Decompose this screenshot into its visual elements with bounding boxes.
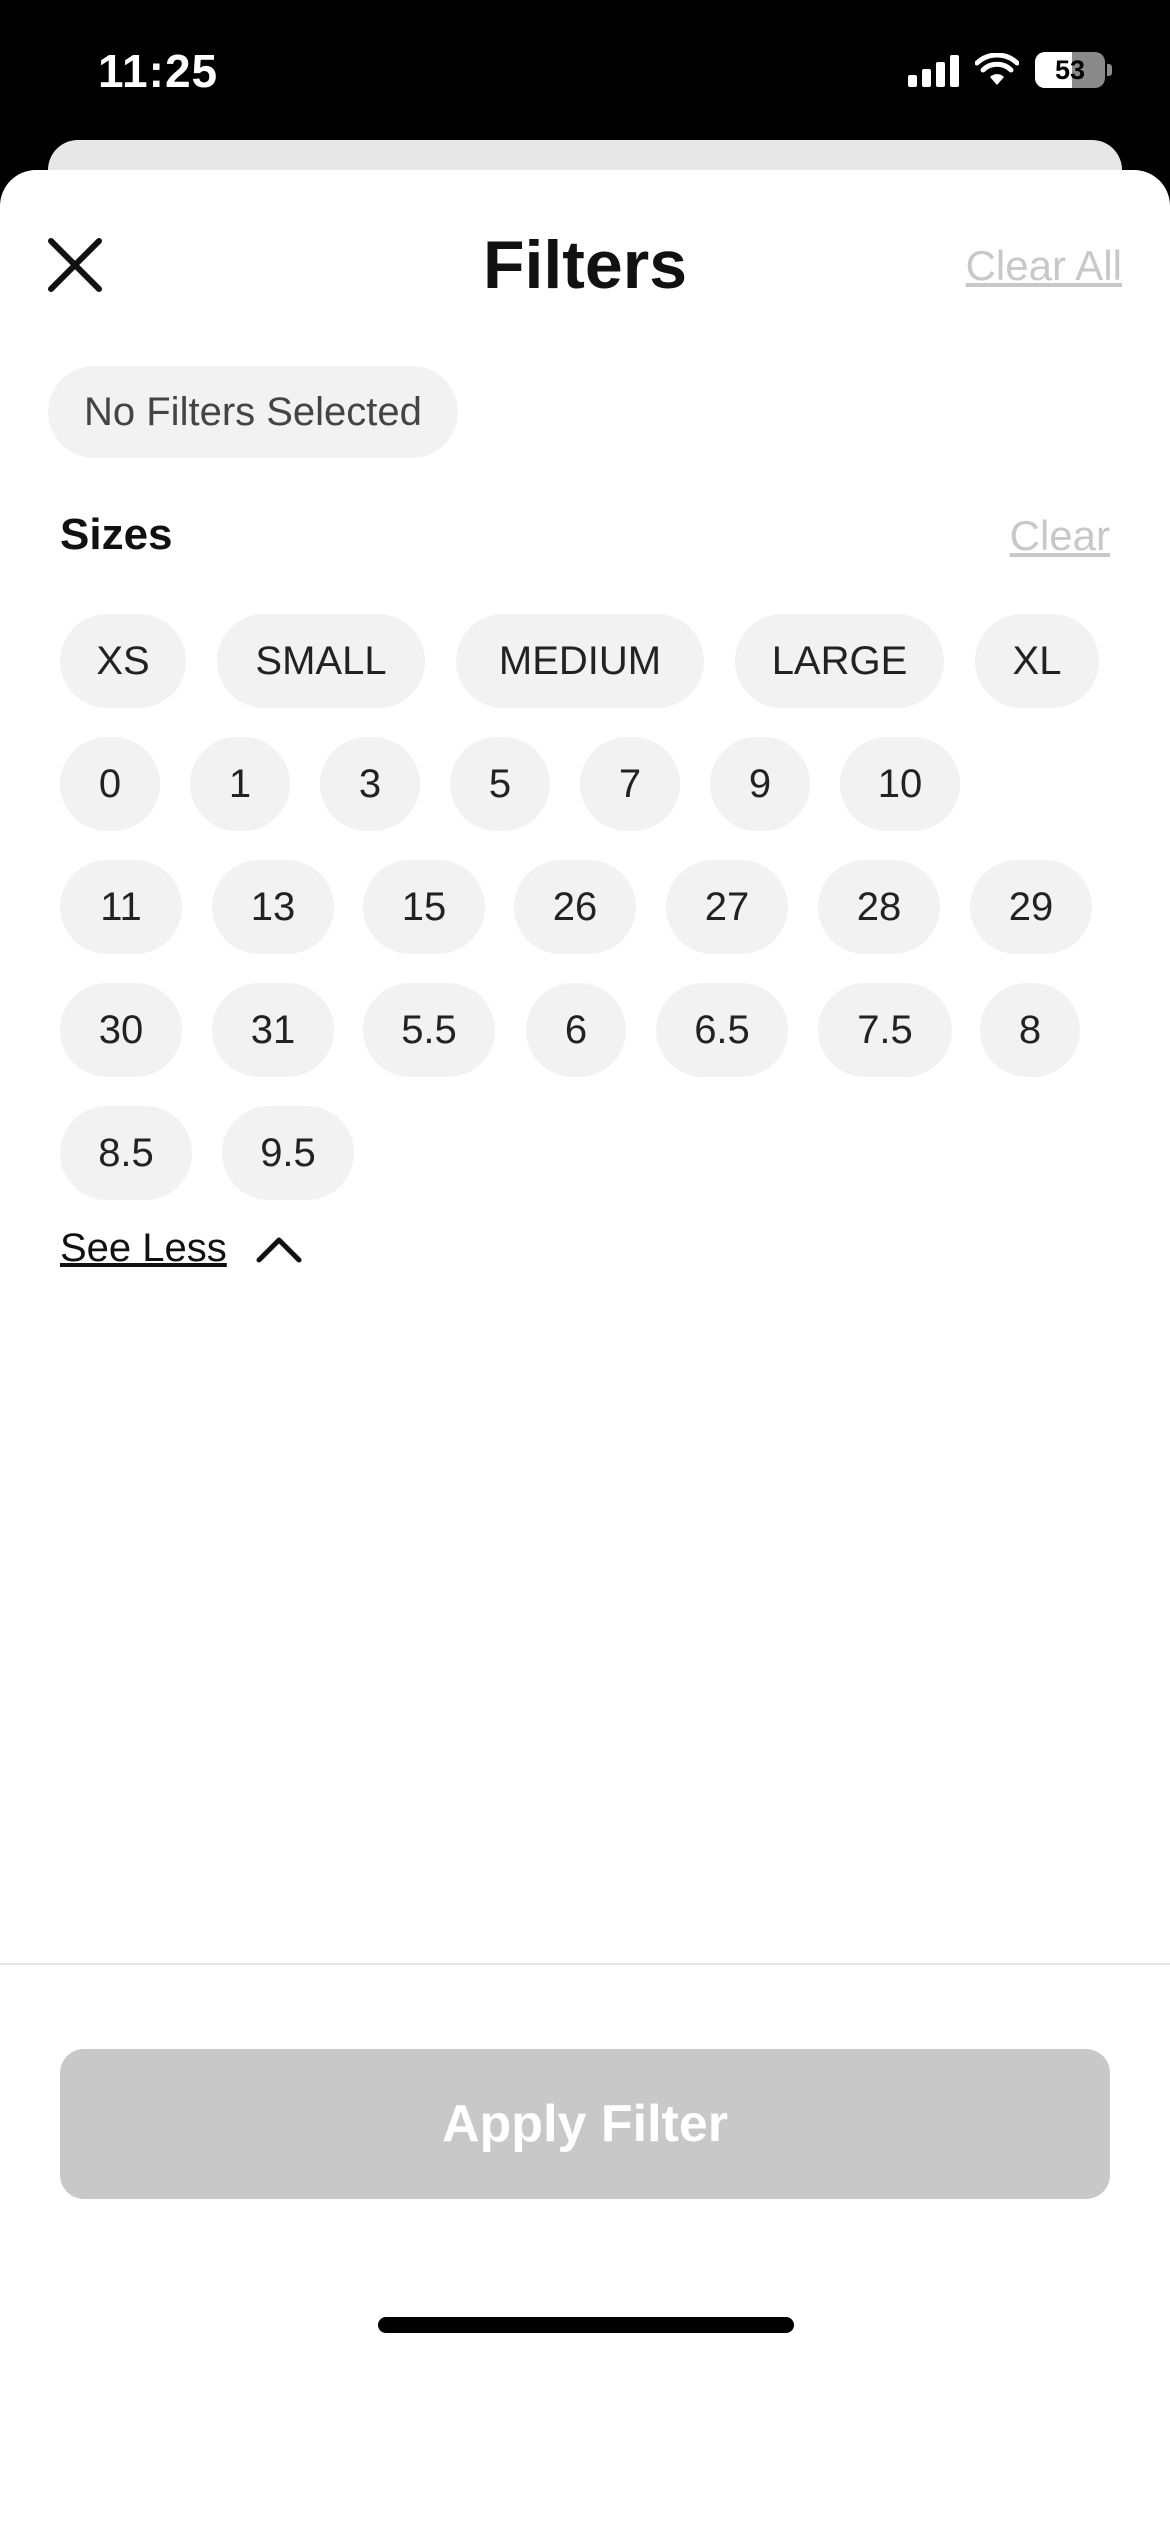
see-less-toggle[interactable]: See Less: [60, 1226, 303, 1271]
size-chip[interactable]: 15: [363, 860, 485, 954]
size-chip[interactable]: 27: [666, 860, 788, 954]
battery-level: 53: [1054, 54, 1086, 85]
status-time: 11:25: [98, 45, 219, 97]
size-chip[interactable]: 11: [60, 860, 182, 954]
size-chip[interactable]: 31: [212, 983, 334, 1077]
size-chip[interactable]: XL: [975, 614, 1099, 708]
size-chip[interactable]: 30: [60, 983, 182, 1077]
size-chip[interactable]: 13: [212, 860, 334, 954]
size-chip[interactable]: 9: [710, 737, 810, 831]
size-chip[interactable]: 6: [526, 983, 626, 1077]
size-chip[interactable]: LARGE: [735, 614, 944, 708]
size-chip[interactable]: 26: [514, 860, 636, 954]
size-chip[interactable]: XS: [60, 614, 186, 708]
size-chip[interactable]: 7: [580, 737, 680, 831]
footer-divider: [0, 1963, 1170, 1965]
selected-filters-summary: No Filters Selected: [48, 366, 458, 458]
size-chip[interactable]: 28: [818, 860, 940, 954]
size-chip[interactable]: 5: [450, 737, 550, 831]
size-chip[interactable]: 10: [840, 737, 960, 831]
size-chip[interactable]: 29: [970, 860, 1092, 954]
clear-all-button[interactable]: Clear All: [966, 242, 1122, 290]
size-chip[interactable]: 9.5: [222, 1106, 354, 1200]
size-chip[interactable]: SMALL: [217, 614, 425, 708]
size-chip[interactable]: 6.5: [656, 983, 788, 1077]
size-chip[interactable]: 5.5: [363, 983, 495, 1077]
sizes-section-title: Sizes: [60, 510, 173, 559]
chevron-up-icon: [256, 1237, 302, 1262]
size-chip[interactable]: 1: [190, 737, 290, 831]
battery-icon: 53: [1035, 52, 1112, 88]
size-chip[interactable]: 8: [980, 983, 1080, 1077]
sizes-clear-button[interactable]: Clear: [1010, 512, 1110, 560]
cellular-signal-icon: [908, 53, 959, 87]
wifi-icon: [975, 53, 1019, 85]
apply-filter-button[interactable]: Apply Filter: [60, 2049, 1110, 2199]
status-icons: 53: [908, 52, 1112, 88]
size-chip[interactable]: 7.5: [818, 983, 952, 1077]
size-chip[interactable]: 8.5: [60, 1106, 192, 1200]
size-chip[interactable]: 3: [320, 737, 420, 831]
see-less-label: See Less: [60, 1226, 227, 1270]
size-chip[interactable]: MEDIUM: [456, 614, 704, 708]
size-chip[interactable]: 0: [60, 737, 160, 831]
home-indicator: [378, 2317, 794, 2333]
status-bar: 11:25 53: [0, 0, 1170, 150]
